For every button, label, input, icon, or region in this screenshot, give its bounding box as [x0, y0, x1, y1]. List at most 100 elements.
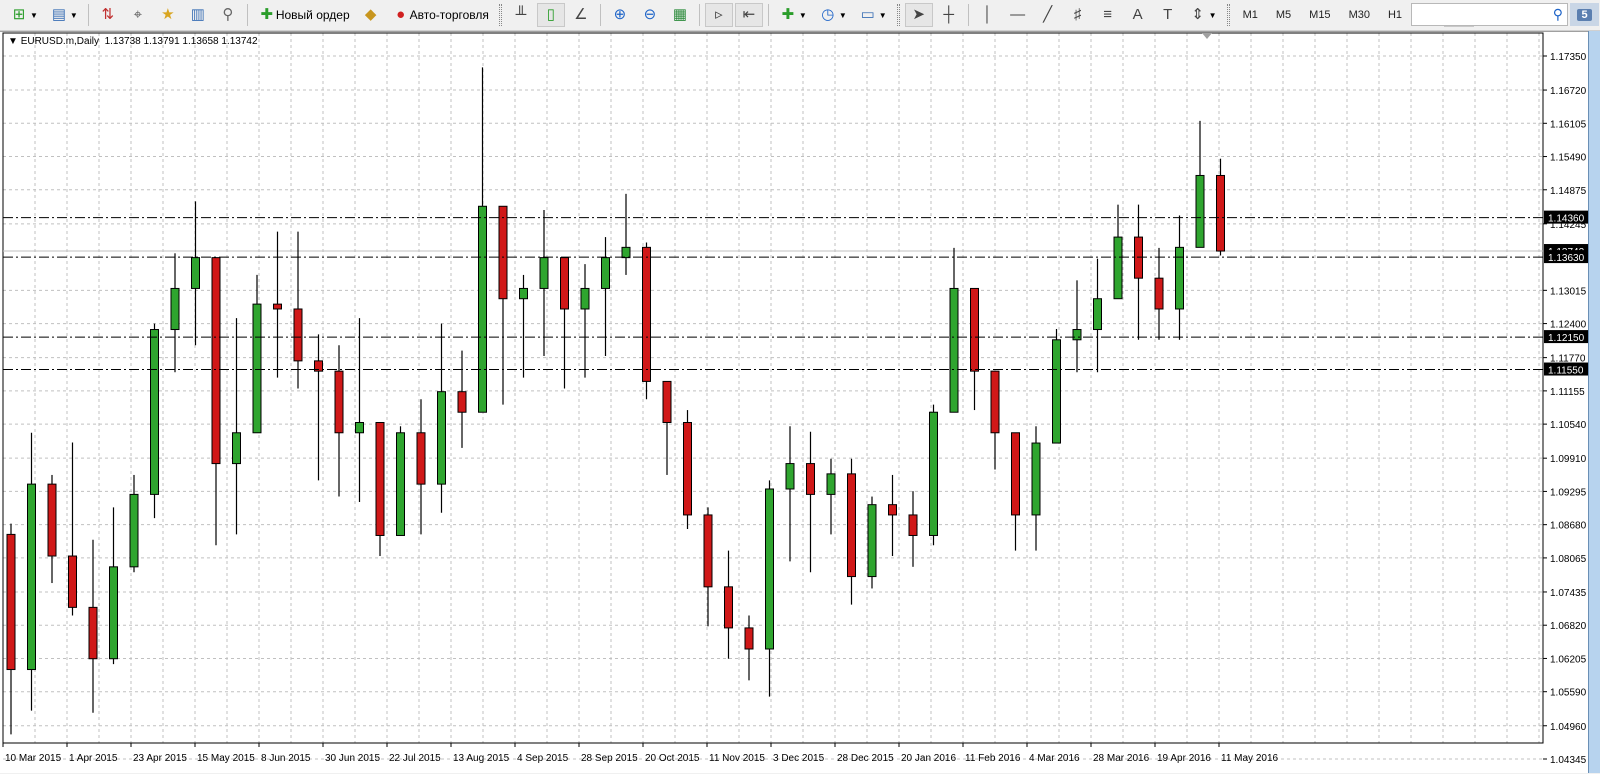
- cursor-button[interactable]: ➤: [904, 3, 933, 27]
- candlesticks-button[interactable]: ▯: [536, 3, 565, 27]
- templates-button[interactable]: ▭ ▼: [854, 3, 892, 27]
- candle-bearish: [498, 205, 508, 300]
- candle-bullish: [437, 391, 446, 485]
- zoom-out-button[interactable]: ⊖: [636, 3, 664, 27]
- candlestick-chart[interactable]: 1.173501.167201.161051.154901.148751.142…: [0, 32, 1588, 774]
- equidistant-channel-button[interactable]: ♯: [1064, 3, 1092, 27]
- horizontal-line-button[interactable]: —: [1004, 3, 1032, 27]
- tile-windows-icon: ▦: [672, 6, 687, 23]
- auto-scroll-button[interactable]: ▹: [704, 3, 733, 27]
- price-tick-label: 1.09295: [1550, 487, 1587, 498]
- chart-shift-marker[interactable]: [1202, 33, 1212, 39]
- date-tick-label: 19 Apr 2016: [1157, 753, 1211, 764]
- templates-icon: ▭: [860, 6, 875, 23]
- toolbar-grip[interactable]: [1226, 4, 1230, 26]
- candle-bearish: [1216, 174, 1225, 252]
- candle-bullish: [621, 246, 631, 259]
- crosshair-button[interactable]: ┼: [935, 3, 963, 27]
- candle-bullish: [929, 411, 938, 536]
- timeframe-h1[interactable]: H1: [1380, 3, 1410, 27]
- search-icon[interactable]: ⚲: [1553, 6, 1563, 23]
- timeframe-m5[interactable]: M5: [1268, 3, 1299, 27]
- dropdown-arrow-icon[interactable]: ▼: [30, 11, 38, 20]
- date-tick-label: 8 Jun 2015: [261, 753, 311, 764]
- new-chart-button[interactable]: ⊞ ▼: [5, 3, 43, 27]
- tile-windows-button[interactable]: ▦: [666, 3, 694, 27]
- profiles-button[interactable]: ▤ ▼: [45, 3, 83, 27]
- dropdown-arrow-icon[interactable]: ▼: [799, 11, 807, 20]
- date-tick-label: 23 Apr 2015: [133, 753, 187, 764]
- search-input[interactable]: ⚲: [1411, 3, 1568, 26]
- candle-bullish: [785, 463, 795, 490]
- meta-editor-button[interactable]: ◆: [357, 3, 385, 27]
- toolbar-grip[interactable]: [498, 4, 502, 26]
- horizontal-line-icon: —: [1010, 6, 1026, 23]
- favorites-folder-icon: ★: [161, 6, 175, 23]
- toolbar-grip[interactable]: [896, 4, 900, 26]
- candlesticks-icon: ▯: [546, 6, 556, 23]
- market-watch-button[interactable]: ⇅: [94, 3, 122, 27]
- terminal-button[interactable]: ▥: [184, 3, 212, 27]
- toolbar-separator: [967, 4, 969, 26]
- dropdown-arrow-icon[interactable]: ▼: [1209, 11, 1217, 20]
- favorites-folder-button[interactable]: ★: [154, 3, 182, 27]
- new-order-button[interactable]: ✚ Новый ордер: [253, 3, 355, 27]
- candle-bearish: [375, 422, 385, 536]
- text-label-button[interactable]: T: [1154, 3, 1182, 27]
- candle-bearish: [6, 533, 16, 671]
- zoom-in-icon: ⊕: [613, 6, 627, 23]
- date-tick-label: 28 Dec 2015: [837, 753, 894, 764]
- trendline-button[interactable]: ╱: [1034, 3, 1062, 27]
- zoom-in-button[interactable]: ⊕: [606, 3, 634, 27]
- bar-chart-button[interactable]: ╨: [507, 3, 535, 27]
- candle-bearish: [847, 473, 856, 578]
- auto-scroll-icon: ▹: [715, 6, 723, 23]
- vertical-line-button[interactable]: │: [974, 3, 1002, 27]
- price-tick-label: 1.08065: [1550, 554, 1587, 565]
- toolbar-separator: [87, 4, 89, 26]
- collapse-triangle-icon[interactable]: ▼: [8, 36, 21, 47]
- candle-bearish: [211, 257, 221, 465]
- timeframe-m30[interactable]: M30: [1341, 3, 1378, 27]
- vertical-scrollbar[interactable]: [1588, 31, 1600, 773]
- auto-trading-button[interactable]: ● Авто-торговля: [387, 3, 494, 27]
- candle-bullish: [867, 504, 877, 578]
- text-button[interactable]: A: [1124, 3, 1152, 27]
- arrows-button[interactable]: ⇕ ▼: [1184, 3, 1222, 27]
- line-chart-button[interactable]: ∠: [567, 3, 595, 27]
- toolbar-separator: [698, 4, 700, 26]
- candle-bearish: [744, 627, 754, 650]
- candle-bearish: [662, 380, 672, 424]
- dropdown-arrow-icon[interactable]: ▼: [839, 11, 847, 20]
- date-tick-label: 28 Mar 2016: [1093, 753, 1150, 764]
- dropdown-arrow-icon[interactable]: ▼: [879, 11, 887, 20]
- navigator-crosshair-button[interactable]: ⌖: [124, 3, 152, 27]
- chart-window[interactable]: 1.17350 1.16720 1.16105 1.15490 1.14875 1.142…: [0, 31, 1588, 773]
- candle-bearish: [560, 257, 569, 310]
- notifications-button[interactable]: 5: [1570, 3, 1599, 26]
- price-tick-label: 1.06205: [1550, 654, 1587, 665]
- candle-bearish: [908, 514, 918, 536]
- auto-trading-icon: ●: [396, 6, 406, 23]
- candle-bearish: [457, 391, 467, 413]
- price-tick-label: 1.12400: [1550, 320, 1587, 331]
- candle-bullish: [1052, 339, 1061, 444]
- strategy-tester-button[interactable]: ⚲: [214, 3, 242, 27]
- fibonacci-button[interactable]: ≡: [1094, 3, 1122, 27]
- periods-button[interactable]: ◷ ▼: [814, 3, 852, 27]
- candle-bearish: [888, 504, 897, 516]
- candle-bullish: [252, 303, 262, 434]
- level-price-label: 1.11550: [1548, 366, 1584, 377]
- date-tick-label: 4 Sep 2015: [517, 753, 569, 764]
- strategy-tester-icon: ⚲: [222, 6, 234, 23]
- dropdown-arrow-icon[interactable]: ▼: [70, 11, 78, 20]
- chart-shift-button[interactable]: ⇤: [734, 3, 763, 27]
- candle-bullish: [601, 257, 610, 289]
- profiles-icon: ▤: [51, 6, 67, 23]
- price-tick-label: 1.16105: [1550, 119, 1587, 130]
- indicators-button[interactable]: ✚ ▼: [774, 3, 812, 27]
- timeframe-m1[interactable]: M1: [1235, 3, 1266, 27]
- chart-header: ▼ EURUSD.m,Daily 1.13738 1.13791 1.13658…: [8, 36, 258, 47]
- timeframe-m15[interactable]: M15: [1301, 3, 1338, 27]
- price-tick-label: 1.08680: [1550, 521, 1587, 532]
